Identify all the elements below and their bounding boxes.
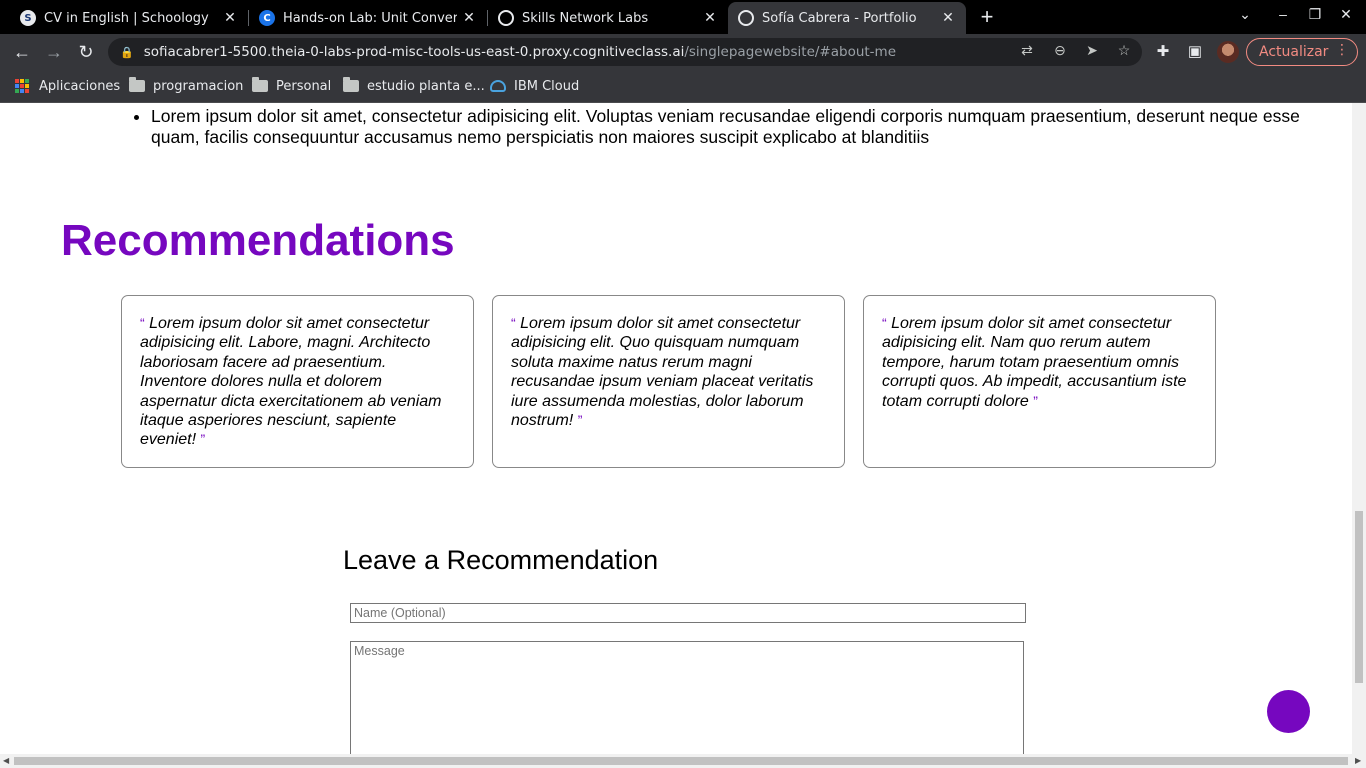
name-input[interactable] xyxy=(350,603,1026,623)
apps-grid-icon xyxy=(15,79,29,93)
bookmarks-bar: Aplicaciones programacion Personal estud… xyxy=(0,70,1366,103)
tab-skills-network[interactable]: Skills Network Labs ✕ xyxy=(478,2,728,34)
new-tab-button[interactable]: + xyxy=(974,5,1000,31)
cognitiveclass-icon: C xyxy=(259,10,275,26)
horizontal-scrollbar[interactable]: ◀ ▶ xyxy=(0,754,1366,768)
tab-title: Skills Network Labs xyxy=(522,10,649,26)
close-quote-icon: ” xyxy=(577,412,583,429)
close-tab-icon[interactable]: ✕ xyxy=(698,10,722,26)
recommendations-heading: Recommendations xyxy=(61,216,455,265)
bookmark-personal[interactable]: Personal xyxy=(252,77,331,95)
scroll-left-arrow-icon[interactable]: ◀ xyxy=(3,756,9,765)
browser-toolbar: ← → ↻ 🔒 sofiacabrer1-5500.theia-0-labs-p… xyxy=(0,34,1366,70)
open-quote-icon: “ xyxy=(882,315,887,331)
folder-icon xyxy=(252,77,268,92)
url-text: sofiacabrer1-5500.theia-0-labs-prod-misc… xyxy=(143,44,897,60)
profile-avatar[interactable] xyxy=(1217,41,1239,63)
zoom-out-icon[interactable]: ⊖ xyxy=(1051,41,1069,59)
bookmark-programacion[interactable]: programacion xyxy=(129,77,243,95)
bookmark-apps[interactable]: Aplicaciones xyxy=(15,77,120,95)
bookmark-estudio-planta[interactable]: estudio planta e... xyxy=(343,77,485,95)
tab-title: Sofía Cabrera - Portfolio xyxy=(762,10,917,26)
lock-icon: 🔒 xyxy=(120,46,134,59)
scroll-to-top-button[interactable] xyxy=(1267,690,1310,733)
minimize-icon[interactable]: – xyxy=(1271,6,1295,22)
about-me-list: Lorem ipsum dolor sit amet, consectetur … xyxy=(151,106,1301,148)
ibm-cloud-icon xyxy=(490,80,506,92)
send-icon[interactable]: ➤ xyxy=(1083,41,1101,59)
recommendation-card: “ Lorem ipsum dolor sit amet consectetur… xyxy=(121,295,474,468)
update-button[interactable]: Actualizar ⋮ xyxy=(1246,38,1358,66)
close-window-icon[interactable]: ✕ xyxy=(1334,6,1358,23)
bookmark-label: estudio planta e... xyxy=(367,78,485,94)
about-me-list-item: Lorem ipsum dolor sit amet, consectetur … xyxy=(151,106,1301,148)
leave-recommendation-heading: Leave a Recommendation xyxy=(343,545,659,575)
close-quote-icon: ” xyxy=(200,431,206,448)
vertical-scrollbar[interactable] xyxy=(1352,103,1366,754)
message-textarea[interactable] xyxy=(350,641,1024,754)
extensions-puzzle-icon[interactable]: ✚ xyxy=(1153,42,1173,62)
bookmark-ibm-cloud[interactable]: IBM Cloud xyxy=(490,77,579,95)
recommendation-card: “ Lorem ipsum dolor sit amet consectetur… xyxy=(492,295,845,468)
tab-strip: S CV in English | Schoology ✕ C Hands-on… xyxy=(0,0,1366,34)
tab-portfolio-active[interactable]: Sofía Cabrera - Portfolio ✕ xyxy=(728,2,966,34)
globe-icon xyxy=(738,10,754,26)
recommendation-text: Lorem ipsum dolor sit amet consectetur a… xyxy=(140,315,442,449)
bookmark-star-icon[interactable]: ☆ xyxy=(1115,41,1133,59)
bookmark-label: Aplicaciones xyxy=(39,78,121,94)
folder-icon xyxy=(343,77,359,92)
back-arrow-icon[interactable]: ← xyxy=(10,40,34,64)
tab-hands-on-lab[interactable]: C Hands-on Lab: Unit Conversion ✕ xyxy=(239,2,487,34)
close-tab-icon[interactable]: ✕ xyxy=(936,10,960,26)
translate-icon[interactable]: ⇄ xyxy=(1018,41,1036,59)
tab-title: Hands-on Lab: Unit Conversion xyxy=(283,10,457,26)
globe-icon xyxy=(498,10,514,26)
reading-list-icon[interactable]: ▣ xyxy=(1185,42,1205,62)
tab-title: CV in English | Schoology xyxy=(44,10,209,26)
open-quote-icon: “ xyxy=(140,315,145,331)
recommendation-text: Lorem ipsum dolor sit amet consectetur a… xyxy=(511,315,814,430)
schoology-icon: S xyxy=(20,10,36,26)
bookmark-label: Personal xyxy=(276,78,332,94)
bookmark-label: programacion xyxy=(153,78,244,94)
scroll-right-arrow-icon[interactable]: ▶ xyxy=(1355,756,1361,765)
folder-icon xyxy=(129,77,145,92)
close-quote-icon: ” xyxy=(1033,392,1038,409)
horizontal-scrollbar-thumb[interactable] xyxy=(14,757,1348,765)
restore-icon[interactable]: ❐ xyxy=(1303,6,1327,23)
bookmark-label: IBM Cloud xyxy=(514,78,580,94)
forward-arrow-icon[interactable]: → xyxy=(42,40,66,64)
tab-schoology[interactable]: S CV in English | Schoology ✕ xyxy=(0,2,248,34)
vertical-scrollbar-thumb[interactable] xyxy=(1355,511,1363,683)
tab-search-icon[interactable]: ⌄ xyxy=(1233,6,1257,23)
reload-icon[interactable]: ↻ xyxy=(74,40,98,64)
recommendation-card: “ Lorem ipsum dolor sit amet consectetur… xyxy=(863,295,1216,468)
page-viewport: Lorem ipsum dolor sit amet, consectetur … xyxy=(0,103,1352,754)
update-button-label: Actualizar xyxy=(1259,44,1329,60)
open-quote-icon: “ xyxy=(511,315,516,331)
menu-kebab-icon[interactable]: ⋮ xyxy=(1335,42,1349,58)
address-bar[interactable]: 🔒 sofiacabrer1-5500.theia-0-labs-prod-mi… xyxy=(108,38,1142,66)
